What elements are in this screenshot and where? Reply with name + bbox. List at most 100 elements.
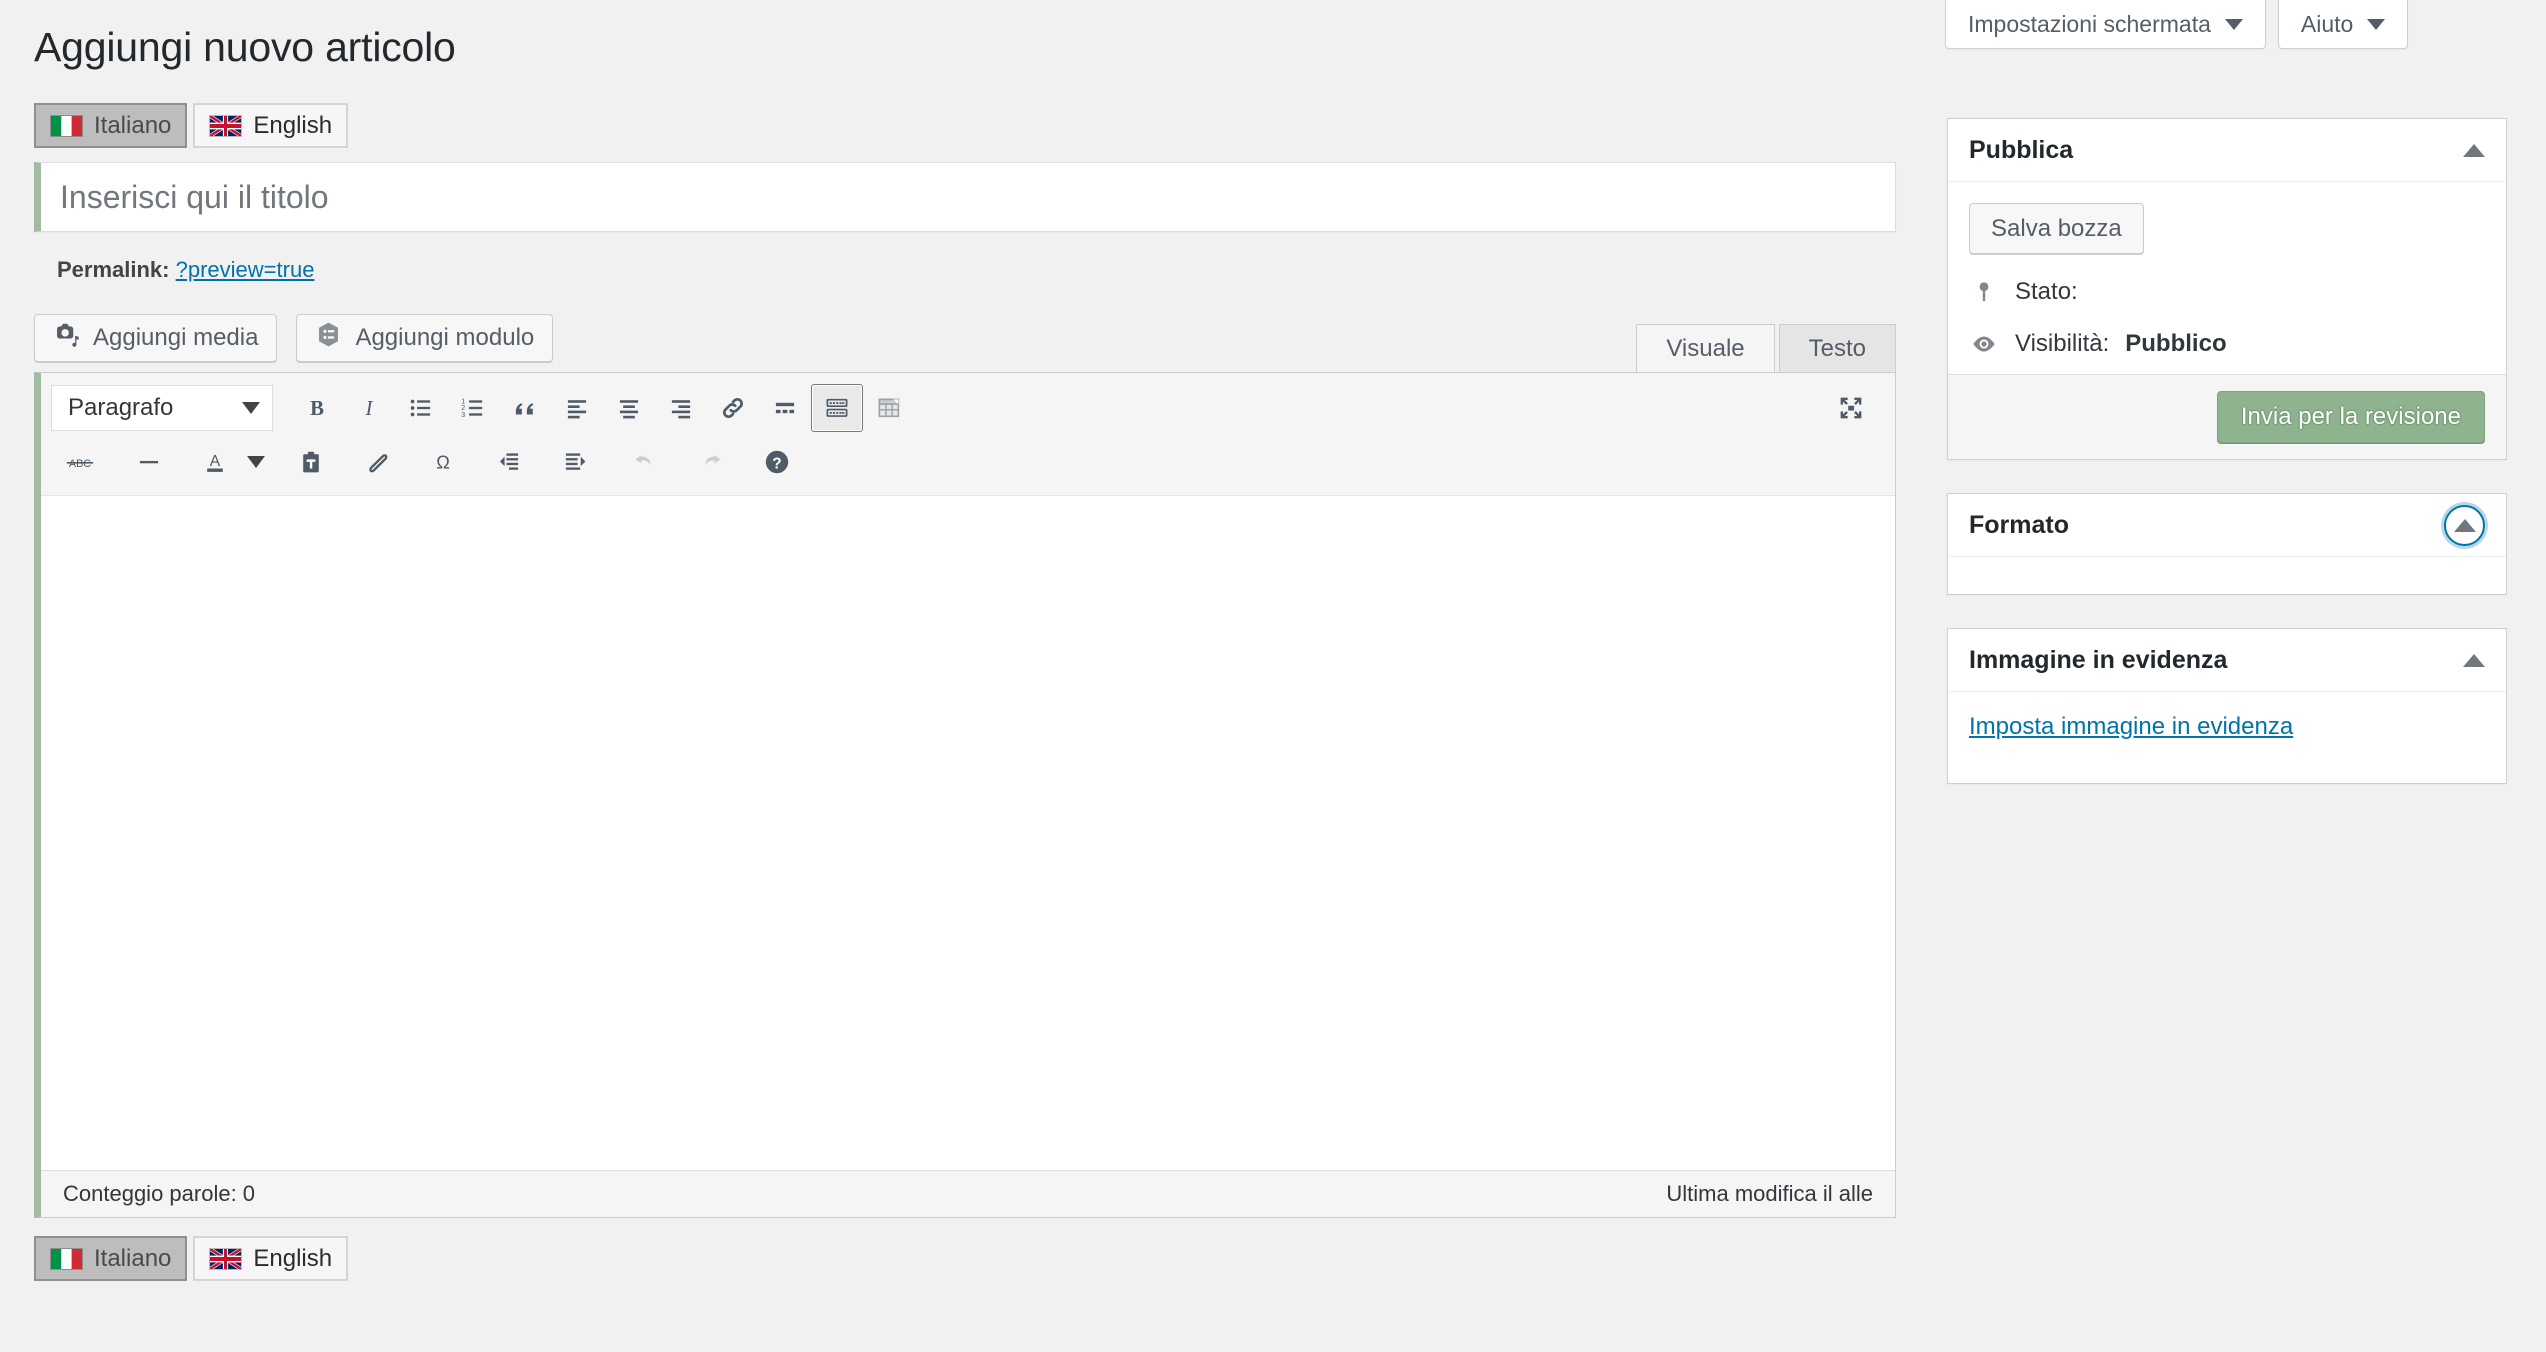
publish-metabox-body: Salva bozza Stato: Visibilità: Pubblico [1948, 182, 2506, 374]
fullscreen-button[interactable] [1825, 384, 1877, 432]
table-button[interactable] [863, 384, 915, 432]
chevron-down-icon [2224, 18, 2243, 30]
mce-toolbar: Paragrafo B I 1 2 3 ABC A Ω ? [41, 373, 1895, 495]
permalink-link[interactable]: ?preview=true [176, 257, 315, 282]
keyboard-help-button[interactable]: ? [751, 438, 803, 486]
post-status-row: Stato: [1969, 278, 2485, 306]
svg-text:I: I [365, 397, 374, 420]
mce-toolbar-row-1: Paragrafo B I 1 2 3 [51, 381, 1885, 435]
featured-image-metabox: Immagine in evidenza Imposta immagine in… [1947, 628, 2507, 784]
add-media-label: Aggiungi media [93, 324, 259, 351]
language-tab-italiano[interactable]: Italiano [34, 103, 188, 148]
permalink-row: Permalink: ?preview=true [57, 257, 1930, 283]
svg-text:Ω: Ω [436, 453, 450, 473]
format-metabox-header: Formato [1948, 494, 2506, 557]
format-select[interactable]: Paragrafo [51, 385, 273, 431]
clear-formatting-button[interactable] [351, 438, 403, 486]
post-title-input[interactable] [41, 178, 1895, 216]
align-right-button[interactable] [655, 384, 707, 432]
flag-uk-icon [209, 114, 243, 137]
save-draft-label: Salva bozza [1991, 214, 2122, 242]
pin-icon [1969, 279, 1999, 305]
numbered-list-button[interactable]: 1 2 3 [447, 384, 499, 432]
editor-mode-tabs: Visuale Testo [1636, 324, 1896, 372]
chevron-down-icon [242, 402, 260, 414]
featured-image-metabox-title: Immagine in evidenza [1969, 645, 2228, 674]
indent-button[interactable] [549, 438, 601, 486]
tab-text-editor[interactable]: Testo [1778, 324, 1896, 372]
collapse-toggle-button[interactable] [2444, 504, 2485, 546]
set-featured-image-link[interactable]: Imposta immagine in evidenza [1969, 713, 2293, 740]
add-form-button[interactable]: Aggiungi modulo [296, 314, 554, 362]
paste-as-text-button[interactable] [285, 438, 337, 486]
undo-button[interactable] [619, 438, 671, 486]
publish-metabox-footer: Invia per la revisione [1948, 374, 2506, 459]
read-more-button[interactable] [759, 384, 811, 432]
featured-image-metabox-body: Imposta immagine in evidenza [1948, 692, 2506, 783]
special-character-button[interactable]: Ω [417, 438, 469, 486]
toolbar-toggle-button[interactable] [811, 384, 863, 432]
wp-post-editor-screen: Impostazioni schermata Aiuto Aggiungi nu… [0, 0, 2546, 1352]
outdent-button[interactable] [483, 438, 535, 486]
screen-meta-links: Impostazioni schermata Aiuto [1945, 0, 2409, 49]
collapse-toggle-icon [2453, 518, 2476, 532]
add-form-label: Aggiungi modulo [355, 324, 535, 351]
editor-content-area[interactable] [41, 495, 1895, 1170]
svg-text:A: A [210, 453, 221, 470]
post-visibility-row: Visibilità: Pubblico [1969, 330, 2485, 358]
italic-button[interactable]: I [343, 384, 395, 432]
tab-text-label: Testo [1808, 334, 1866, 362]
language-tab-label: Italiano [94, 1244, 172, 1272]
save-draft-button[interactable]: Salva bozza [1969, 203, 2144, 254]
tab-visual-editor[interactable]: Visuale [1636, 324, 1775, 372]
submit-for-review-button[interactable]: Invia per la revisione [2216, 391, 2485, 443]
main-content: Aggiungi nuovo articolo Italiano English… [0, 0, 1930, 1281]
language-tab-italiano-bottom[interactable]: Italiano [34, 1236, 188, 1281]
language-switcher-bottom: Italiano English [34, 1236, 1930, 1281]
format-select-value: Paragrafo [68, 394, 174, 421]
help-button[interactable]: Aiuto [2277, 0, 2409, 49]
link-button[interactable] [707, 384, 759, 432]
collapse-toggle-icon[interactable] [2463, 653, 2485, 667]
format-metabox-title: Formato [1969, 510, 2069, 539]
language-tab-english[interactable]: English [193, 103, 349, 148]
text-color-caret-button[interactable] [241, 438, 271, 486]
collapse-toggle-icon[interactable] [2463, 143, 2485, 157]
screen-options-button[interactable]: Impostazioni schermata [1945, 0, 2266, 49]
align-center-button[interactable] [603, 384, 655, 432]
submit-for-review-label: Invia per la revisione [2240, 403, 2461, 430]
language-tab-english-bottom[interactable]: English [193, 1236, 349, 1281]
align-left-button[interactable] [551, 384, 603, 432]
publish-metabox: Pubblica Salva bozza Stato: Visibilità: … [1947, 118, 2507, 460]
page-title: Aggiungi nuovo articolo [34, 24, 456, 70]
format-metabox-body [1948, 557, 2506, 594]
horizontal-rule-button[interactable] [123, 438, 175, 486]
bold-button[interactable]: B [291, 384, 343, 432]
svg-text:ABC: ABC [69, 458, 91, 470]
help-label: Aiuto [2300, 10, 2354, 37]
language-tab-label: English [253, 1244, 333, 1272]
word-count: Conteggio parole: 0 [63, 1181, 256, 1206]
flag-italy-icon [50, 114, 83, 137]
mce-toolbar-row-2: ABC A Ω ? [51, 435, 1885, 489]
editor-toolbar-top: Aggiungi media Aggiungi modulo Visuale T… [34, 314, 1896, 372]
editor-status-bar: Conteggio parole: 0 Ultima modifica il a… [41, 1170, 1895, 1217]
tab-visual-label: Visuale [1666, 334, 1745, 362]
featured-image-metabox-header: Immagine in evidenza [1948, 629, 2506, 692]
language-tab-label: English [253, 111, 333, 139]
blockquote-button[interactable] [499, 384, 551, 432]
add-media-button[interactable]: Aggiungi media [34, 314, 278, 362]
bullet-list-button[interactable] [395, 384, 447, 432]
chevron-down-icon [2367, 18, 2386, 30]
strikethrough-button[interactable]: ABC [51, 438, 109, 486]
flag-uk-icon [209, 1247, 243, 1270]
text-color-button[interactable]: A [189, 438, 241, 486]
svg-text:3: 3 [461, 412, 465, 419]
permalink-label: Permalink: [57, 257, 170, 282]
redo-button[interactable] [685, 438, 737, 486]
svg-text:?: ? [772, 455, 781, 472]
add-media-icon [53, 321, 80, 355]
add-form-icon [315, 321, 342, 355]
post-visibility-label: Visibilità: [2015, 330, 2110, 357]
publish-metabox-title: Pubblica [1969, 135, 2074, 164]
